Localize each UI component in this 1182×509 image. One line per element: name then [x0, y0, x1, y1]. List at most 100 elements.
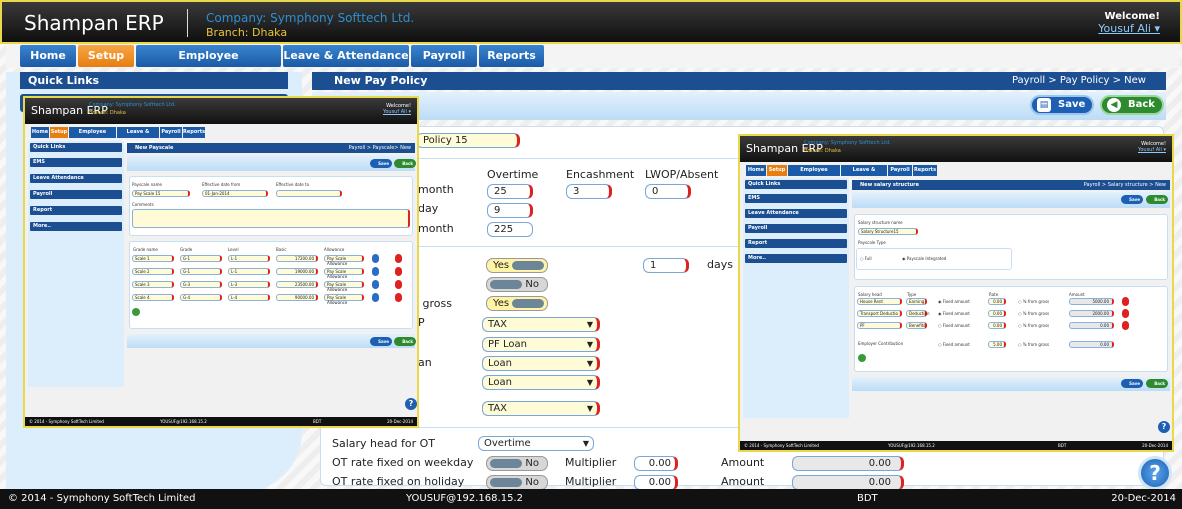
dropdown-icon: ▼ — [586, 340, 593, 349]
toggle-2[interactable]: No — [486, 277, 548, 292]
payscale-delete-icon — [395, 293, 402, 302]
payscale-to-input — [276, 190, 342, 197]
salary-nav-leave: Leave & Attendance — [841, 165, 887, 184]
policy-name-input[interactable]: Policy 15 — [416, 133, 520, 148]
salary-ql-ems: EMS — [745, 194, 847, 203]
salary-type-label: Payscale Type — [858, 240, 886, 245]
salary-nav-home: Home — [746, 165, 766, 176]
holiday-multiplier-input[interactable]: 0.00 — [634, 475, 678, 490]
salary-cell: Transport Deductio — [857, 310, 902, 317]
payscale-comments-label: Comments — [132, 202, 154, 207]
salary-employer-fixed-label: Fixed amount — [942, 342, 970, 347]
payscale-user: Yousuf Ali ▾ — [382, 109, 411, 115]
salary-back-button-2: Back — [1146, 379, 1168, 388]
loan-select[interactable]: Loan ▼ — [482, 356, 600, 371]
toggle-3[interactable]: Yes — [486, 296, 548, 311]
holiday-multiplier-label: Multiplier — [565, 475, 617, 488]
ot-head-select[interactable]: Overtime ▼ — [478, 436, 594, 451]
salary-col-rate: Rate — [989, 292, 999, 297]
salary-col-amount: Amount — [1069, 292, 1085, 297]
branch-name: Branch: Dhaka — [206, 26, 288, 39]
payscale-ql-report: Report — [30, 206, 122, 215]
holiday-toggle-label: No — [525, 477, 539, 488]
salary-type-integrated: ◉ Payscale Integrated — [902, 256, 947, 261]
salary-page-header: New salary structure Payroll > Salary str… — [852, 180, 1170, 190]
payscale-edit-icon — [372, 254, 379, 263]
salary-col-type: Type — [907, 292, 917, 297]
lwop-input[interactable]: 0 — [645, 184, 691, 199]
holiday-amount-input[interactable]: 0.00 — [792, 475, 904, 490]
salary-cell: 0.00 — [988, 322, 1006, 329]
tax-select[interactable]: TAX ▼ — [482, 317, 600, 332]
payscale-col-allowance: Allowance — [324, 247, 345, 252]
salary-ql-leave: Leave Attendance — [745, 209, 847, 218]
nav-setup[interactable]: Setup — [78, 45, 134, 67]
weekday-toggle[interactable]: No — [486, 456, 548, 471]
salary-employer-fixed-radio: ○ Fixed amount — [938, 342, 970, 347]
payscale-back-button: Back — [394, 159, 416, 168]
nav-home[interactable]: Home — [20, 45, 76, 67]
nav-reports[interactable]: Reports — [479, 45, 544, 67]
payscale-col-grade-name: Grade name — [133, 247, 158, 252]
salary-cell: PF — [857, 322, 902, 329]
salary-cell: Earning — [906, 298, 927, 305]
payscale-nav-setup: Setup — [50, 127, 68, 138]
holiday-toggle[interactable]: No — [486, 475, 548, 490]
salary-add-row-icon — [858, 354, 866, 362]
nav-employee-management[interactable]: Employee Management — [136, 45, 281, 84]
toggle-2-label: No — [525, 279, 539, 290]
app-brand: Shampan ERP — [24, 11, 164, 35]
row-label-day: day — [418, 202, 439, 215]
dropdown-icon: ▼ — [586, 378, 593, 387]
overtime-day-input[interactable]: 9 — [487, 203, 533, 218]
weekday-amount-input[interactable]: 0.00 — [792, 456, 904, 471]
salary-gross-label: % from gross — [1022, 311, 1050, 316]
breadcrumb: Payroll > Pay Policy > New — [1011, 75, 1146, 86]
tax-select-2[interactable]: TAX ▼ — [482, 401, 600, 416]
salary-type-integrated-label: Payscale Integrated — [906, 256, 947, 261]
payscale-back-button-2: Back — [394, 337, 416, 346]
user-menu[interactable]: Yousuf Ali ▾ — [1098, 22, 1160, 35]
col-overtime: Overtime — [487, 168, 539, 181]
days-input[interactable]: 1 — [643, 258, 689, 273]
loan-value: Loan — [488, 358, 512, 369]
payscale-help-icon: ? — [405, 398, 417, 410]
toggle-1[interactable]: Yes — [486, 258, 548, 273]
salary-nav-payroll: Payroll — [888, 165, 912, 176]
salary-fixed-label: Fixed amount — [942, 299, 970, 304]
overtime-month-hours-input[interactable]: 225 — [487, 222, 533, 237]
salary-gross-radio: ○ % from gross — [1018, 311, 1050, 316]
weekday-multiplier-input[interactable]: 0.00 — [634, 456, 678, 471]
pf-loan-select[interactable]: PF Loan ▼ — [482, 337, 600, 352]
payscale-col-grade: Grade — [180, 247, 193, 252]
salary-branch: Branch: Dhaka — [804, 148, 841, 154]
payscale-footer: © 2014 - Symphony SoftTech Limited YOUSU… — [25, 417, 417, 426]
salary-gross-label: % from gross — [1022, 299, 1050, 304]
overtime-month-input[interactable]: 25 — [487, 184, 533, 199]
salary-delete-icon — [1122, 309, 1129, 318]
payscale-cell: 19000.00 — [276, 268, 318, 275]
save-icon: ▤ — [1037, 98, 1051, 112]
chevron-down-icon: ▾ — [1154, 22, 1160, 35]
help-button[interactable]: ? — [1138, 456, 1172, 490]
payscale-company: Company: Symphony Softtech Ltd. — [89, 102, 176, 108]
payscale-cell: G-3 — [180, 281, 222, 288]
payscale-cell: 90000.00 — [276, 294, 318, 301]
days-label: days — [707, 258, 733, 271]
encashment-input[interactable]: 3 — [566, 184, 612, 199]
nav-payroll[interactable]: Payroll — [411, 45, 477, 67]
salary-help-icon: ? — [1158, 421, 1170, 433]
tax-select-value: TAX — [488, 319, 508, 330]
payscale-delete-icon — [395, 280, 402, 289]
page-header: New Pay Policy Payroll > Pay Policy > Ne… — [312, 72, 1166, 90]
salary-name-input: Salary Structure15 — [858, 228, 918, 235]
header-divider — [187, 9, 188, 37]
salary-ql-report: Report — [745, 239, 847, 248]
back-button[interactable]: ◀ Back — [1100, 95, 1164, 115]
pf-loan-value: PF Loan — [488, 339, 527, 350]
save-button[interactable]: ▤ Save — [1030, 95, 1094, 115]
loan-select-2[interactable]: Loan ▼ — [482, 375, 600, 390]
nav-leave-attendance[interactable]: Leave & Attendance — [283, 45, 409, 67]
payscale-ql-payroll: Payroll — [30, 190, 122, 199]
footer-copyright: © 2014 - Symphony SoftTech Limited — [8, 493, 196, 504]
